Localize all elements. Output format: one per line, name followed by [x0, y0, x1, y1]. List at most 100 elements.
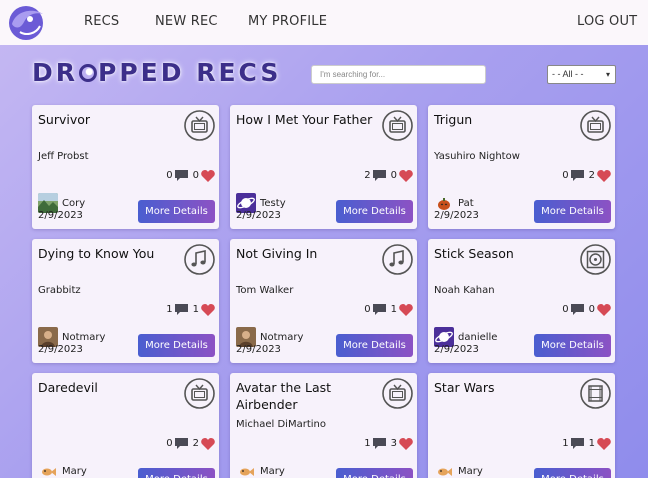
rec-user[interactable]: Mary: [38, 461, 87, 478]
rec-stats: 20: [359, 169, 413, 182]
tv-icon: [382, 378, 413, 409]
top-navbar: RECS NEW REC MY PROFILE LOG OUT: [0, 0, 648, 45]
rec-creator: Michael DiMartino: [236, 419, 326, 430]
more-details-button[interactable]: More Details: [336, 200, 413, 223]
like-count: 2: [588, 170, 595, 181]
rec-date: 2/9/2023: [434, 344, 479, 355]
comment-icon[interactable]: [570, 169, 584, 182]
comment-icon[interactable]: [174, 437, 188, 450]
rec-card: Trigun Yasuhiro Nightow 0 2 Pat 2/9/2023 More …: [428, 105, 615, 229]
like-count: 0: [588, 304, 595, 315]
heart-icon[interactable]: [597, 437, 611, 450]
comment-icon[interactable]: [372, 169, 386, 182]
more-details-button[interactable]: More Details: [138, 200, 215, 223]
more-details-button[interactable]: More Details: [534, 200, 611, 223]
rec-stats: 02: [161, 437, 215, 450]
rec-card: Dying to Know You Grabbitz 1 1 Notmary 2/9/20…: [32, 239, 219, 363]
like-count: 0: [192, 170, 199, 181]
rec-stats: 11: [557, 437, 611, 450]
brand-drop-icon: [79, 64, 98, 82]
nav-my-profile[interactable]: MY PROFILE: [248, 14, 327, 29]
comment-count: 0: [166, 170, 173, 181]
avatar: [434, 461, 454, 478]
comment-icon[interactable]: [174, 303, 188, 316]
rec-title: Not Giving In: [236, 246, 318, 261]
heart-icon[interactable]: [399, 437, 413, 450]
avatar: [38, 461, 58, 478]
rec-username: Testy: [260, 197, 286, 209]
rec-creator: Yasuhiro Nightow: [434, 151, 520, 162]
brand-title-part2: PPED RECS: [98, 58, 282, 87]
heart-icon[interactable]: [597, 303, 611, 316]
more-details-button[interactable]: More Details: [534, 468, 611, 478]
heart-icon[interactable]: [399, 169, 413, 182]
rec-username: Mary: [62, 465, 87, 477]
heart-icon[interactable]: [201, 169, 215, 182]
rec-title: Daredevil: [38, 380, 98, 395]
comment-icon[interactable]: [372, 437, 386, 450]
more-details-button[interactable]: More Details: [138, 468, 215, 478]
rec-title: How I Met Your Father: [236, 112, 373, 127]
rec-title: Dying to Know You: [38, 246, 155, 261]
rec-username: Mary: [260, 465, 285, 477]
music-icon: [382, 244, 413, 275]
comment-count: 2: [364, 170, 371, 181]
rec-creator: Tom Walker: [236, 285, 294, 296]
tv-icon: [184, 110, 215, 141]
like-count: 1: [588, 438, 595, 449]
rec-date: 2/9/2023: [434, 210, 479, 221]
rec-card: Stick Season Noah Kahan 0 0 danielle 2/9/2023…: [428, 239, 615, 363]
rec-user[interactable]: Mary: [236, 461, 285, 478]
comment-icon[interactable]: [570, 437, 584, 450]
like-count: 0: [390, 170, 397, 181]
brand-title: DR PPED RECS: [32, 58, 281, 87]
rec-stats: 00: [557, 303, 611, 316]
more-details-button[interactable]: More Details: [336, 468, 413, 478]
rec-creator: Jeff Probst: [38, 151, 89, 162]
heart-icon[interactable]: [201, 303, 215, 316]
heart-icon[interactable]: [597, 169, 611, 182]
more-details-button[interactable]: More Details: [138, 334, 215, 357]
rec-date: 2/9/2023: [38, 344, 83, 355]
logo-icon[interactable]: [6, 2, 46, 42]
vinyl-icon: [580, 244, 611, 275]
comment-count: 1: [562, 438, 569, 449]
nav-logout[interactable]: LOG OUT: [577, 14, 637, 29]
search-input[interactable]: [311, 65, 486, 84]
heart-icon[interactable]: [201, 437, 215, 450]
comment-icon[interactable]: [174, 169, 188, 182]
heart-icon[interactable]: [399, 303, 413, 316]
comment-icon[interactable]: [570, 303, 584, 316]
rec-title: Stick Season: [434, 246, 514, 261]
comment-count: 0: [562, 170, 569, 181]
rec-username: Notmary: [62, 331, 106, 343]
category-filter-value: - - All - -: [552, 69, 584, 79]
rec-title: Avatar the Last Airbender: [236, 380, 332, 412]
like-count: 3: [390, 438, 397, 449]
rec-user[interactable]: Mary: [434, 461, 483, 478]
rec-username: danielle: [458, 331, 498, 343]
rec-username: Notmary: [260, 331, 304, 343]
nav-new-rec[interactable]: NEW REC: [155, 14, 218, 29]
rec-date: 2/9/2023: [236, 210, 281, 221]
more-details-button[interactable]: More Details: [336, 334, 413, 357]
rec-title: Trigun: [434, 112, 473, 127]
like-count: 1: [192, 304, 199, 315]
comment-icon[interactable]: [372, 303, 386, 316]
like-count: 2: [192, 438, 199, 449]
rec-date: 2/9/2023: [38, 210, 83, 221]
rec-creator: Noah Kahan: [434, 285, 495, 296]
more-details-button[interactable]: More Details: [534, 334, 611, 357]
rec-card: Daredevil 02 Mary More Details: [32, 373, 219, 478]
rec-stats: 11: [161, 303, 215, 316]
nav-recs[interactable]: RECS: [84, 14, 119, 29]
rec-username: Pat: [458, 197, 474, 209]
film-icon: [580, 378, 611, 409]
category-filter-select[interactable]: - - All - - ▾: [547, 65, 616, 84]
music-icon: [184, 244, 215, 275]
rec-creator: Grabbitz: [38, 285, 81, 296]
tv-icon: [382, 110, 413, 141]
like-count: 1: [390, 304, 397, 315]
rec-stats: 01: [359, 303, 413, 316]
rec-stats: 02: [557, 169, 611, 182]
